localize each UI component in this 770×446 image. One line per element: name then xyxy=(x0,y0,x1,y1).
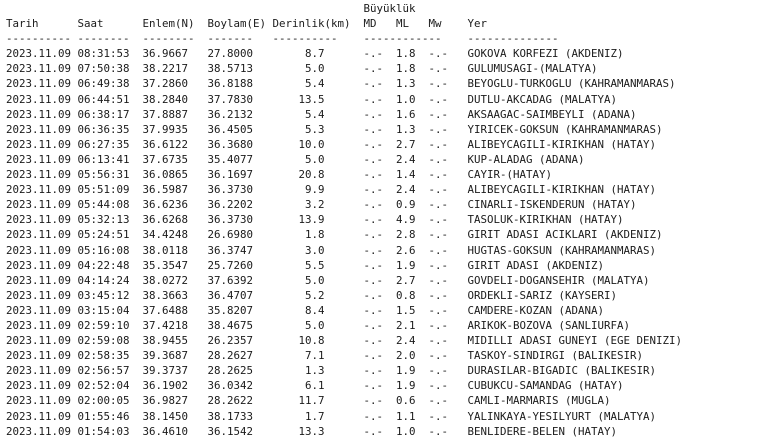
earthquake-row: 2023.11.09 06:36:35 37.9935 36.4505 5.3 … xyxy=(6,122,663,136)
earthquake-row: 2023.11.09 07:50:38 38.2217 38.5713 5.0 … xyxy=(6,62,598,76)
earthquake-row: 2023.11.09 01:54:03 36.4610 36.1542 13.3… xyxy=(6,424,618,438)
earthquake-row: 2023.11.09 02:52:04 36.1902 36.0342 6.1 … xyxy=(6,379,624,393)
earthquake-row: 2023.11.09 06:49:38 37.2860 36.8188 5.4 … xyxy=(6,77,676,91)
header-separator: ---------- -------- -------- ------- ---… xyxy=(6,32,559,46)
earthquake-row: 2023.11.09 02:59:08 38.9455 26.2357 10.8… xyxy=(6,334,683,348)
earthquake-row: 2023.11.09 08:31:53 36.9667 27.8000 8.7 … xyxy=(6,47,624,61)
earthquake-row: 2023.11.09 02:58:35 39.3687 28.2627 7.1 … xyxy=(6,349,644,363)
magnitude-group-header: Büyüklük xyxy=(6,2,416,15)
earthquake-row: 2023.11.09 04:14:24 38.0272 37.6392 5.0 … xyxy=(6,273,650,287)
earthquake-row: 2023.11.09 02:00:05 36.9827 28.2622 11.7… xyxy=(6,394,611,408)
earthquake-list: Büyüklük Tarih Saat Enlem(N) Boylam(E) De… xyxy=(6,1,682,439)
earthquake-row: 2023.11.09 06:44:51 38.2840 37.7830 13.5… xyxy=(6,92,618,106)
column-header-row: Tarih Saat Enlem(N) Boylam(E) Derinlik(k… xyxy=(6,17,488,31)
earthquake-row: 2023.11.09 06:27:35 36.6122 36.3680 10.0… xyxy=(6,137,657,151)
earthquake-row: 2023.11.09 05:32:13 36.6268 36.3730 13.9… xyxy=(6,213,624,227)
earthquake-row: 2023.11.09 05:16:08 38.0118 36.3747 3.0 … xyxy=(6,243,657,257)
earthquake-row: 2023.11.09 02:59:10 37.4218 38.4675 5.0 … xyxy=(6,318,631,332)
earthquake-row: 2023.11.09 04:22:48 35.3547 25.7260 5.5 … xyxy=(6,258,605,272)
earthquake-row: 2023.11.09 05:56:31 36.0865 36.1697 20.8… xyxy=(6,168,553,182)
earthquake-row: 2023.11.09 06:38:17 37.8887 36.2132 5.4 … xyxy=(6,107,637,121)
earthquake-row: 2023.11.09 05:24:51 34.4248 26.6980 1.8 … xyxy=(6,228,663,242)
earthquake-row: 2023.11.09 03:15:04 37.6488 35.8207 8.4 … xyxy=(6,303,605,317)
earthquake-row: 2023.11.09 03:45:12 38.3663 36.4707 5.2 … xyxy=(6,288,618,302)
earthquake-row: 2023.11.09 02:56:57 39.3737 28.2625 1.3 … xyxy=(6,364,657,378)
earthquake-row: 2023.11.09 05:44:08 36.6236 36.2202 3.2 … xyxy=(6,198,637,212)
earthquake-row: 2023.11.09 05:51:09 36.5987 36.3730 9.9 … xyxy=(6,183,657,197)
earthquake-row: 2023.11.09 01:55:46 38.1450 38.1733 1.7 … xyxy=(6,409,657,423)
earthquake-row: 2023.11.09 06:13:41 37.6735 35.4077 5.0 … xyxy=(6,152,585,166)
